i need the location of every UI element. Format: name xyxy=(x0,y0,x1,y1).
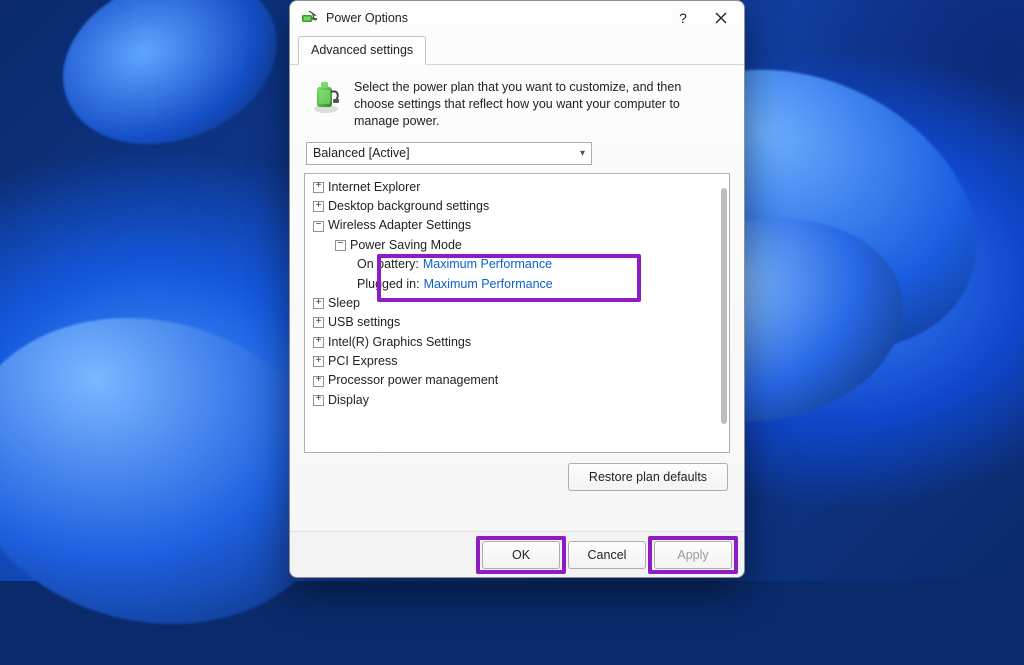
tree-item-label: PCI Express xyxy=(328,352,397,371)
ok-button[interactable]: OK xyxy=(482,541,560,569)
tree-item[interactable]: −Wireless Adapter Settings xyxy=(307,216,729,235)
cancel-button[interactable]: Cancel xyxy=(568,541,646,569)
expand-icon[interactable]: + xyxy=(313,298,324,309)
tree-setting-key: Plugged in: xyxy=(357,275,420,294)
window-title: Power Options xyxy=(326,11,660,25)
expand-icon[interactable]: + xyxy=(313,337,324,348)
intro-text: Select the power plan that you want to c… xyxy=(354,79,724,130)
tree-item[interactable]: + USB settings xyxy=(307,313,729,332)
tree-setting-value[interactable]: Maximum Performance xyxy=(423,255,552,274)
restore-defaults-button[interactable]: Restore plan defaults xyxy=(568,463,728,491)
expand-icon[interactable]: + xyxy=(313,376,324,387)
battery-plug-icon xyxy=(300,9,318,27)
tree-item-label: Power Saving Mode xyxy=(350,236,462,255)
help-button[interactable]: ? xyxy=(668,3,698,33)
tree-item[interactable]: + Internet Explorer xyxy=(307,178,729,197)
expand-icon[interactable]: + xyxy=(313,356,324,367)
power-plan-value: Balanced [Active] xyxy=(313,146,410,160)
tab-strip: Advanced settings xyxy=(290,35,744,65)
tree-item[interactable]: −Power Saving Mode xyxy=(307,236,729,255)
expand-icon[interactable]: + xyxy=(313,317,324,328)
chevron-down-icon: ▾ xyxy=(580,148,585,159)
tree-item-label: USB settings xyxy=(328,313,400,332)
tree-item[interactable]: Plugged in: Maximum Performance xyxy=(307,275,729,294)
tree-item[interactable]: + Desktop background settings xyxy=(307,197,729,216)
tree-item-label: Display xyxy=(328,391,369,410)
expand-icon[interactable]: + xyxy=(313,395,324,406)
tree-item-label: Processor power management xyxy=(328,371,498,390)
tree-item-label: Sleep xyxy=(328,294,360,313)
tree-item-label: Desktop background settings xyxy=(328,197,489,216)
settings-tree-container: + Internet Explorer + Desktop background se… xyxy=(304,173,730,453)
tree-item[interactable]: + Sleep xyxy=(307,294,729,313)
tree-setting-key: On battery: xyxy=(357,255,419,274)
tree-item-label: Internet Explorer xyxy=(328,178,420,197)
intro-block: Select the power plan that you want to c… xyxy=(304,75,730,140)
tree-item[interactable]: On battery: Maximum Performance xyxy=(307,255,729,274)
collapse-icon[interactable]: − xyxy=(313,221,324,232)
tree-item-label: Intel(R) Graphics Settings xyxy=(328,333,471,352)
power-plan-icon xyxy=(308,79,344,115)
expand-icon[interactable]: + xyxy=(313,201,324,212)
tree-scrollbar[interactable] xyxy=(721,188,727,424)
apply-button[interactable]: Apply xyxy=(654,541,732,569)
power-plan-select[interactable]: Balanced [Active] ▾ xyxy=(306,142,592,165)
tree-item-label: Wireless Adapter Settings xyxy=(328,216,471,235)
tree-item[interactable]: + Display xyxy=(307,391,729,410)
expand-icon[interactable]: + xyxy=(313,182,324,193)
titlebar[interactable]: Power Options ? xyxy=(290,1,744,35)
tree-item[interactable]: + Processor power management xyxy=(307,371,729,390)
power-options-dialog: Power Options ? Advanced settings xyxy=(289,0,745,578)
tree-setting-value[interactable]: Maximum Performance xyxy=(424,275,553,294)
tree-item[interactable]: + PCI Express xyxy=(307,352,729,371)
close-icon xyxy=(715,12,727,24)
close-button[interactable] xyxy=(706,3,736,33)
tab-advanced-settings[interactable]: Advanced settings xyxy=(298,36,426,65)
dialog-footer: OK Cancel Apply xyxy=(290,531,744,577)
settings-tree[interactable]: + Internet Explorer + Desktop background se… xyxy=(305,174,729,452)
tree-item[interactable]: + Intel(R) Graphics Settings xyxy=(307,333,729,352)
tab-body: Select the power plan that you want to c… xyxy=(290,65,744,531)
collapse-icon[interactable]: − xyxy=(335,240,346,251)
